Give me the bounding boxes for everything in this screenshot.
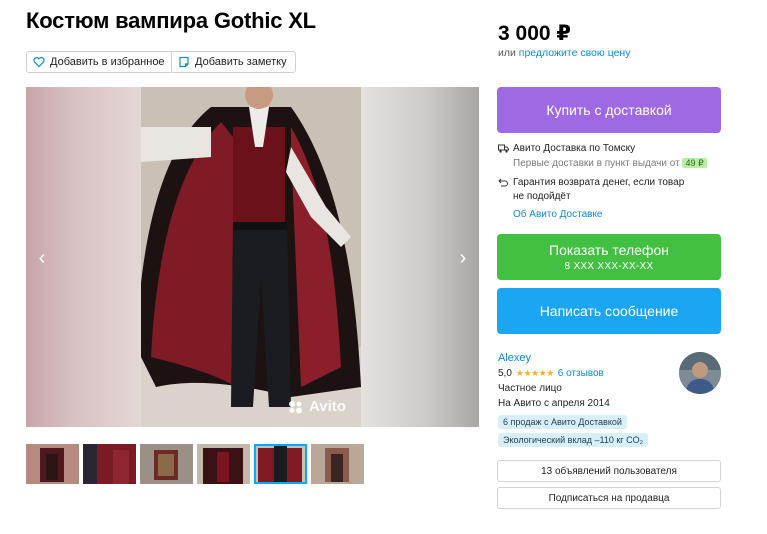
sales-delivery-chip: 6 продаж с Авито Доставкой	[498, 415, 627, 429]
truck-icon	[498, 144, 509, 153]
vampire-costume-illustration	[141, 87, 361, 427]
main-photo	[141, 87, 361, 427]
delivery-subtitle: Первые доставки в пункт выдачи от 49 ₽	[513, 156, 707, 171]
return-arrow-icon	[498, 178, 508, 187]
rating-stars-icon: ★★★★★	[515, 368, 554, 378]
seller-name-link[interactable]: Alexey	[498, 352, 531, 364]
thumbnail-2[interactable]	[83, 444, 136, 484]
watermark-text: Avito	[309, 398, 346, 415]
thumbnail-6[interactable]	[311, 444, 364, 484]
avatar-image	[679, 352, 721, 394]
guarantee-line-2: не подойдёт	[513, 191, 571, 202]
thumbnail-4[interactable]	[197, 444, 250, 484]
reviews-link[interactable]: 6 отзывов	[558, 368, 604, 379]
show-phone-button[interactable]: Показать телефон 8 XXX XXX-XX-XX	[497, 234, 721, 280]
heart-icon	[33, 57, 45, 68]
subscribe-seller-button[interactable]: Подписаться на продавца	[497, 487, 721, 509]
delivery-subtitle-text: Первые доставки в пункт выдачи от	[513, 158, 680, 169]
eco-contribution-chip[interactable]: Экологический вклад –110 кг CO₂	[498, 433, 649, 447]
write-message-button[interactable]: Написать сообщение	[497, 288, 721, 334]
favorite-label: Добавить в избранное	[50, 56, 165, 68]
guarantee-info: Гарантия возврата денег, если товар не п…	[498, 176, 684, 222]
seller-avatar[interactable]	[679, 352, 721, 394]
user-listings-button[interactable]: 13 объявлений пользователя	[497, 460, 721, 482]
delivery-title: Авито Доставка по Томску	[513, 143, 636, 154]
avito-logo-icon	[289, 400, 302, 413]
price-offer-prefix: или	[498, 47, 516, 59]
seller-since: На Авито с апреля 2014	[498, 398, 610, 409]
rating-value: 5,0	[498, 368, 512, 379]
guarantee-line-1: Гарантия возврата денег, если товар	[513, 177, 685, 188]
thumbnail-3[interactable]	[140, 444, 193, 484]
listing-title: Костюм вампира Gothic XL	[26, 8, 316, 33]
show-phone-label: Показать телефон	[549, 242, 669, 258]
price-offer-line: или предложите свою цену	[498, 47, 630, 59]
add-note-button[interactable]: Добавить заметку	[171, 51, 296, 73]
suggest-price-link[interactable]: предложите свою цену	[519, 47, 631, 59]
avito-watermark: Avito	[288, 398, 346, 415]
add-to-favorites-button[interactable]: Добавить в избранное	[26, 51, 174, 73]
note-label: Добавить заметку	[195, 56, 287, 68]
about-delivery-link[interactable]: Об Авито Доставке	[513, 208, 684, 222]
seller-rating: 5,0 ★★★★★ 6 отзывов	[498, 368, 604, 379]
thumbnail-5[interactable]	[254, 444, 307, 484]
gallery-next-arrow[interactable]: ›	[453, 247, 473, 270]
delivery-info: Авито Доставка по Томску Первые доставки…	[498, 142, 707, 171]
buy-with-delivery-button[interactable]: Купить с доставкой	[497, 87, 721, 133]
delivery-price-badge: 49 ₽	[682, 158, 707, 168]
masked-phone-number: 8 XXX XXX-XX-XX	[564, 261, 654, 272]
photo-gallery[interactable]: ‹ › Avito	[26, 87, 479, 427]
seller-type: Частное лицо	[498, 383, 562, 394]
thumbnail-strip	[26, 444, 364, 484]
gallery-prev-arrow[interactable]: ‹	[32, 247, 52, 270]
note-icon	[179, 56, 189, 68]
thumbnail-1[interactable]	[26, 444, 79, 484]
price: 3 000 ₽	[498, 22, 571, 45]
